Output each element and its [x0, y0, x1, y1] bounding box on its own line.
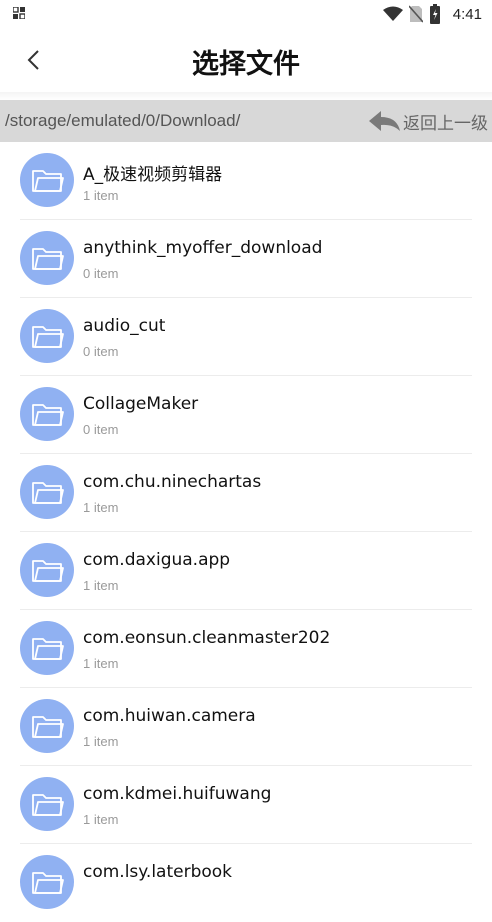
- battery-icon: [429, 4, 440, 24]
- item-name: com.kdmei.huifuwang: [83, 784, 272, 804]
- wifi-icon: [382, 6, 403, 21]
- app-notification-icon: [13, 7, 25, 19]
- item-name: com.eonsun.cleanmaster202: [83, 628, 331, 648]
- item-name: A_极速视频剪辑器: [83, 165, 223, 185]
- folder-icon: [20, 699, 74, 753]
- title-divider: [0, 92, 492, 100]
- reply-arrow-icon: [369, 111, 400, 131]
- list-item[interactable]: com.daxigua.app 1 item: [0, 532, 492, 610]
- item-name: com.daxigua.app: [83, 550, 231, 570]
- item-name: com.chu.ninechartas: [83, 472, 262, 492]
- list-item[interactable]: com.huiwan.camera 1 item: [0, 688, 492, 766]
- folder-icon: [20, 387, 74, 441]
- current-path: /storage/emulated/0/Download/: [5, 111, 241, 130]
- item-name: CollageMaker: [83, 394, 199, 414]
- list-item[interactable]: A_极速视频剪辑器 1 item: [0, 142, 492, 220]
- up-level-label: 返回上一级: [403, 113, 488, 134]
- folder-icon: [20, 309, 74, 363]
- no-sim-icon: [408, 5, 423, 23]
- item-name: anythink_myoffer_download: [83, 238, 323, 258]
- list-item[interactable]: anythink_myoffer_download 0 item: [0, 220, 492, 298]
- item-count: 1 item: [83, 734, 119, 749]
- title-bar: 选择文件: [0, 28, 492, 94]
- list-item[interactable]: com.chu.ninechartas 1 item: [0, 454, 492, 532]
- status-time: 4:41: [452, 5, 482, 23]
- item-count: 1 item: [83, 656, 119, 671]
- item-count: 1 item: [83, 812, 119, 827]
- folder-icon: [20, 543, 74, 597]
- item-count: 0 item: [83, 422, 119, 437]
- list-item[interactable]: com.lsy.laterbook: [0, 844, 492, 922]
- item-count: 1 item: [83, 188, 119, 203]
- item-name: audio_cut: [83, 316, 166, 336]
- up-level-button[interactable]: 返回上一级: [367, 106, 488, 136]
- folder-icon: [20, 855, 74, 909]
- folder-icon: [20, 231, 74, 285]
- item-count: 1 item: [83, 578, 119, 593]
- list-item[interactable]: com.kdmei.huifuwang 1 item: [0, 766, 492, 844]
- item-name: com.huiwan.camera: [83, 706, 256, 726]
- item-count: 0 item: [83, 344, 119, 359]
- list-item[interactable]: CollageMaker 0 item: [0, 376, 492, 454]
- status-icons: 4:41: [382, 4, 482, 24]
- list-item[interactable]: com.eonsun.cleanmaster202 1 item: [0, 610, 492, 688]
- folder-icon: [20, 777, 74, 831]
- item-count: 1 item: [83, 500, 119, 515]
- item-name: com.lsy.laterbook: [83, 862, 233, 882]
- file-list: A_极速视频剪辑器 1 item anythink_myoffer_downlo…: [0, 142, 492, 922]
- item-count: 0 item: [83, 266, 119, 281]
- folder-icon: [20, 465, 74, 519]
- folder-icon: [20, 621, 74, 675]
- path-bar: /storage/emulated/0/Download/ 返回上一级: [0, 100, 492, 142]
- status-bar: 4:41: [0, 0, 492, 28]
- folder-icon: [20, 153, 74, 207]
- list-item[interactable]: audio_cut 0 item: [0, 298, 492, 376]
- page-title: 选择文件: [192, 49, 300, 80]
